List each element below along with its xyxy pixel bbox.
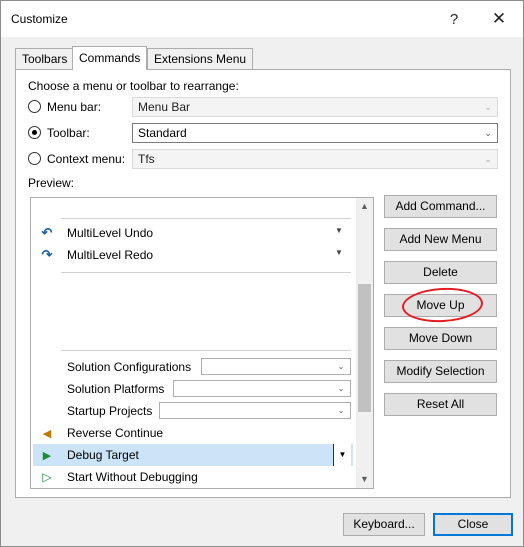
list-item-startup-projects[interactable]: Startup Projects ⌄ xyxy=(33,400,353,422)
list-item-label: Solution Platforms xyxy=(67,382,165,396)
keyboard-button[interactable]: Keyboard... xyxy=(343,513,425,536)
startup-projects-combo[interactable]: ⌄ xyxy=(159,402,351,419)
list-item-label: Startup Projects xyxy=(67,404,153,418)
preview-scrollbar[interactable]: ▲ ▼ xyxy=(356,198,373,488)
title-bar: Customize ? ✕ xyxy=(1,1,523,37)
move-up-button[interactable]: Move Up xyxy=(384,294,497,317)
menu-bar-radio[interactable] xyxy=(28,100,41,113)
list-item-label: MultiLevel Undo xyxy=(67,226,154,240)
customize-dialog: Customize ? ✕ Toolbars Commands Extensio… xyxy=(0,0,524,547)
chevron-down-icon: ▼ xyxy=(335,226,343,235)
separator xyxy=(61,272,351,273)
undo-icon: ↶ xyxy=(41,225,53,240)
reverse-continue-icon: ◀ xyxy=(42,427,52,440)
preview-list[interactable]: ↶ MultiLevel Undo ▼ ↷ MultiLevel Redo ▼ … xyxy=(30,197,374,489)
tab-extensions-menu[interactable]: Extensions Menu xyxy=(147,48,254,69)
menu-bar-combo[interactable]: Menu Bar ⌄ xyxy=(132,97,498,117)
help-icon: ? xyxy=(449,10,459,28)
tab-commands[interactable]: Commands xyxy=(72,46,148,70)
tab-toolbars[interactable]: Toolbars xyxy=(15,48,75,69)
chevron-down-icon: ⌄ xyxy=(484,154,492,164)
menu-bar-value: Menu Bar xyxy=(138,100,191,114)
chevron-down-icon: ⌄ xyxy=(484,102,492,112)
modify-selection-button[interactable]: Modify Selection xyxy=(384,360,497,383)
commands-panel: Choose a menu or toolbar to rearrange: M… xyxy=(15,69,511,498)
scroll-up-icon[interactable]: ▲ xyxy=(356,198,373,215)
context-menu-radio[interactable] xyxy=(28,152,41,165)
add-new-menu-button[interactable]: Add New Menu xyxy=(384,228,497,251)
separator xyxy=(61,350,351,351)
list-item-debug-target[interactable]: ▶ Debug Target ▼ xyxy=(33,444,353,466)
play-outline-icon: ▷ xyxy=(42,470,52,484)
help-button[interactable]: ? xyxy=(434,5,474,33)
menu-bar-label: Menu bar: xyxy=(47,100,102,114)
scrollbar-thumb[interactable] xyxy=(358,284,371,412)
chevron-down-icon: ⌄ xyxy=(484,128,492,138)
scroll-down-icon[interactable]: ▼ xyxy=(356,471,373,488)
list-item-label: Start Without Debugging xyxy=(67,470,198,484)
add-command-button[interactable]: Add Command... xyxy=(384,195,497,218)
separator xyxy=(61,218,351,219)
close-icon: ✕ xyxy=(491,9,507,28)
list-item-reverse-continue[interactable]: ◀ Reverse Continue xyxy=(33,422,353,444)
list-item-label: MultiLevel Redo xyxy=(67,248,154,262)
toolbar-combo[interactable]: Standard ⌄ xyxy=(132,123,498,143)
window-title: Customize xyxy=(11,12,68,26)
play-icon: ▶ xyxy=(42,449,52,462)
preview-label: Preview: xyxy=(28,176,75,190)
context-menu-combo[interactable]: Tfs ⌄ xyxy=(132,149,498,169)
context-menu-label: Context menu: xyxy=(47,152,126,166)
close-button[interactable]: Close xyxy=(433,513,513,536)
chevron-down-icon: ⌄ xyxy=(337,406,345,415)
chevron-down-icon[interactable]: ▼ xyxy=(333,444,351,466)
list-item-multilevel-redo[interactable]: ↷ MultiLevel Redo ▼ xyxy=(33,244,353,266)
chevron-down-icon: ⌄ xyxy=(337,384,345,393)
close-window-button[interactable]: ✕ xyxy=(479,5,519,33)
list-item-multilevel-undo[interactable]: ↶ MultiLevel Undo ▼ xyxy=(33,222,353,244)
toolbar-radio[interactable] xyxy=(28,126,41,139)
reset-all-button[interactable]: Reset All xyxy=(384,393,497,416)
list-item-solution-platforms[interactable]: Solution Platforms ⌄ xyxy=(33,378,353,400)
solution-platforms-combo[interactable]: ⌄ xyxy=(173,380,351,397)
chevron-down-icon: ▼ xyxy=(335,248,343,257)
choose-prompt: Choose a menu or toolbar to rearrange: xyxy=(28,79,239,93)
list-item-solution-configurations[interactable]: Solution Configurations ⌄ xyxy=(33,356,353,378)
list-item-label: Reverse Continue xyxy=(67,426,164,440)
toolbar-label: Toolbar: xyxy=(47,126,90,140)
context-menu-value: Tfs xyxy=(138,152,155,166)
delete-button[interactable]: Delete xyxy=(384,261,497,284)
toolbar-value: Standard xyxy=(138,126,187,140)
list-item-label: Debug Target xyxy=(67,448,139,462)
list-item-label: Solution Configurations xyxy=(67,360,192,374)
list-item-start-without-debugging[interactable]: ▷ Start Without Debugging xyxy=(33,466,353,488)
solution-configurations-combo[interactable]: ⌄ xyxy=(201,358,351,375)
redo-icon: ↷ xyxy=(41,247,53,262)
chevron-down-icon: ⌄ xyxy=(337,362,345,371)
move-down-button[interactable]: Move Down xyxy=(384,327,497,350)
